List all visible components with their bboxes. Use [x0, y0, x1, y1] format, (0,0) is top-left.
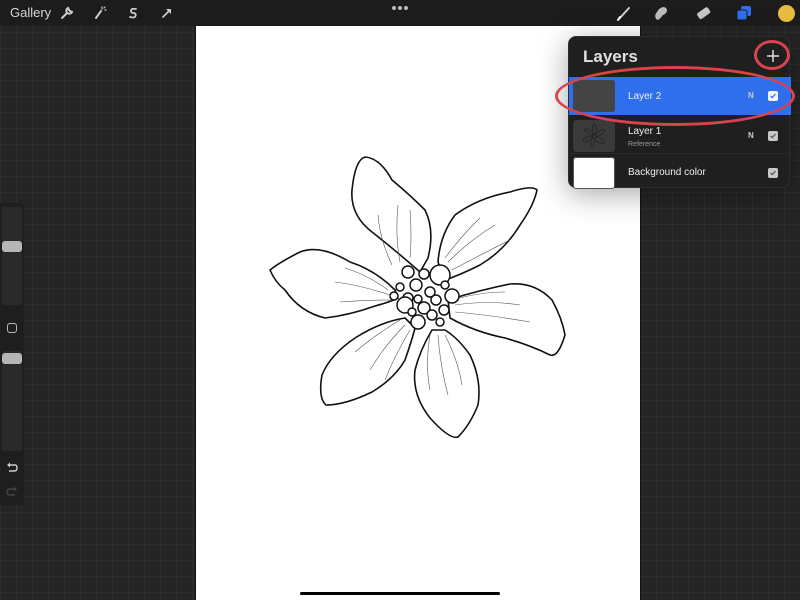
blend-mode-button[interactable]: N — [748, 91, 754, 100]
stamen — [409, 278, 423, 292]
layer-thumbnail — [573, 157, 615, 189]
color-picker-button[interactable] — [778, 5, 795, 22]
erase-button[interactable] — [693, 3, 713, 23]
checkmark-icon — [770, 170, 776, 176]
stamen — [389, 291, 399, 301]
redo-icon — [6, 486, 17, 496]
add-layer-button[interactable] — [764, 47, 782, 65]
stamen — [440, 280, 450, 290]
stamen — [426, 309, 438, 321]
magic-wand-icon — [95, 6, 107, 19]
paint-button[interactable] — [614, 3, 634, 23]
petal — [437, 187, 538, 281]
stamen — [438, 304, 450, 316]
wrench-icon — [61, 6, 74, 19]
selection-s-icon — [129, 7, 137, 19]
opacity-slider[interactable] — [2, 351, 22, 451]
actions-button[interactable] — [57, 3, 77, 23]
stamen — [407, 307, 417, 317]
brush-size-slider[interactable] — [2, 207, 22, 305]
layers-panel: Layers Layer 2 N Layer 1 Reference N Bac… — [568, 36, 791, 191]
brush-size-thumb[interactable] — [2, 241, 22, 252]
checkmark-icon — [770, 133, 776, 139]
smudge-finger-icon — [655, 7, 667, 20]
arrow-cursor-icon — [162, 9, 171, 18]
opacity-thumb[interactable] — [2, 353, 22, 364]
layer-name: Background color — [628, 167, 706, 178]
ellipsis-dot — [404, 6, 408, 10]
ellipsis-dot — [398, 6, 402, 10]
layer-subtitle: Reference — [628, 141, 661, 148]
petal — [351, 156, 432, 273]
stamen — [410, 314, 426, 330]
layer-name: Layer 1 — [628, 126, 662, 137]
layers-panel-title: Layers — [583, 47, 638, 66]
background-color-row[interactable]: Background color — [569, 153, 791, 191]
visibility-checkbox[interactable] — [768, 131, 778, 141]
petal — [413, 329, 480, 439]
more-options-button[interactable] — [392, 4, 408, 12]
layer-thumbnail — [573, 120, 615, 152]
sidebar — [0, 203, 24, 505]
checkmark-icon — [770, 93, 776, 99]
modify-button[interactable] — [7, 323, 17, 333]
undo-button[interactable] — [5, 461, 19, 473]
blend-mode-button[interactable]: N — [748, 131, 754, 140]
brush-icon — [617, 7, 630, 21]
stamen — [444, 288, 460, 304]
eraser-icon — [697, 7, 711, 19]
stamen — [395, 282, 405, 292]
selection-button[interactable] — [123, 3, 143, 23]
stamen — [418, 268, 430, 280]
ellipsis-icon — [392, 6, 396, 10]
stamen — [435, 317, 445, 327]
stamen — [401, 265, 415, 279]
flower-thumbnail-icon — [582, 123, 606, 149]
stamen — [413, 294, 423, 304]
stamen — [430, 294, 442, 306]
layer-2-row[interactable]: Layer 2 N — [569, 77, 791, 115]
visibility-checkbox[interactable] — [768, 91, 778, 101]
undo-icon — [7, 462, 18, 472]
layer-thumbnail — [573, 80, 615, 112]
adjustments-button[interactable] — [90, 3, 110, 23]
gallery-button[interactable]: Gallery — [10, 5, 51, 20]
redo-button[interactable] — [5, 485, 19, 497]
top-toolbar: Gallery — [0, 0, 800, 26]
plus-icon — [767, 50, 779, 62]
layers-icon — [736, 6, 751, 21]
petal — [319, 317, 416, 406]
home-indicator[interactable] — [300, 592, 500, 595]
transform-button[interactable] — [157, 3, 177, 23]
visibility-checkbox[interactable] — [768, 168, 778, 178]
smudge-button[interactable] — [651, 3, 671, 23]
petal — [447, 283, 566, 357]
layer-1-row[interactable]: Layer 1 Reference N — [569, 117, 791, 155]
layer-name: Layer 2 — [628, 91, 662, 102]
layers-button[interactable] — [734, 3, 754, 23]
